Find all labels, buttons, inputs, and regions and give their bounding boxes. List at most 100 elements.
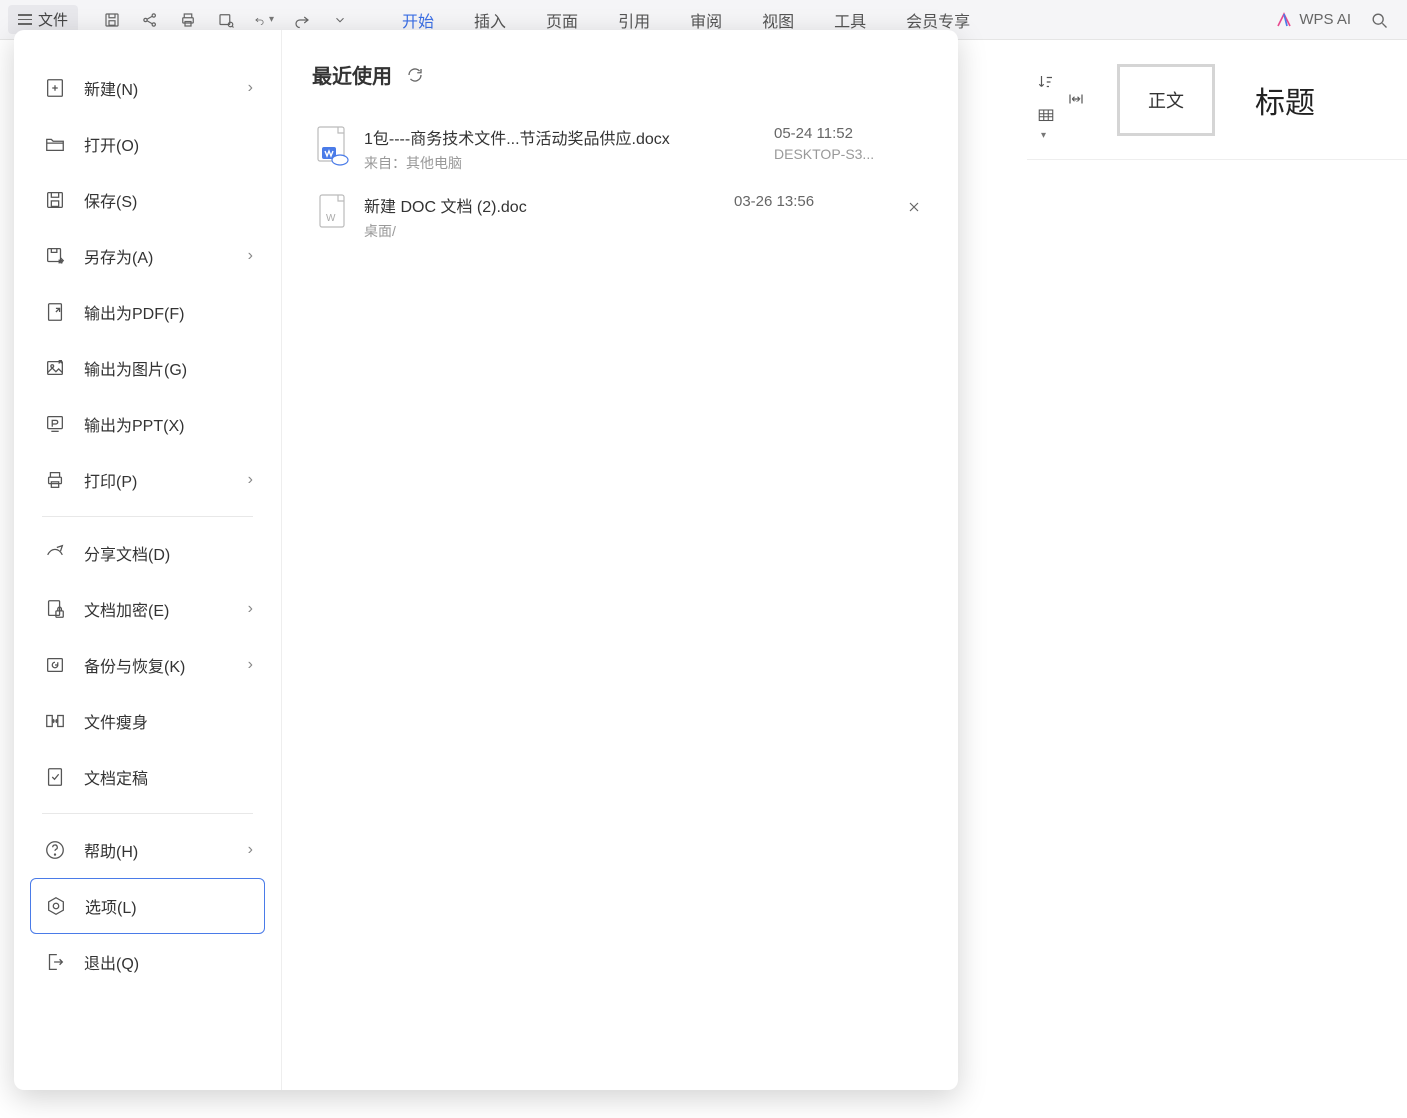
divider — [42, 813, 253, 814]
table-icon[interactable]: ▾ — [1037, 107, 1057, 127]
new-icon — [42, 75, 68, 101]
folder-open-icon — [42, 131, 68, 157]
export-pdf-icon — [42, 299, 68, 325]
hamburger-icon — [18, 14, 32, 25]
tab-label: 工具 — [834, 14, 866, 31]
save-icon[interactable] — [102, 10, 122, 30]
sidebar-item-label: 另存为(A) — [84, 244, 153, 268]
recent-title: 最近使用 — [312, 60, 392, 89]
file-menu-panel: 新建(N) › 打开(O) 保存(S) 另存为(A) › 输出为PDF(F) 输… — [14, 30, 958, 1090]
sidebar-item-label: 输出为PPT(X) — [84, 412, 184, 436]
export-image-icon — [42, 355, 68, 381]
backup-icon — [42, 652, 68, 678]
doc-icon: W — [316, 193, 350, 235]
tab-label: 会员专享 — [906, 14, 970, 31]
ribbon-icon-column: ▾ — [1037, 73, 1057, 127]
file-time-value: 03-26 13:56 — [734, 193, 884, 210]
sidebar-item-label: 退出(Q) — [84, 950, 139, 974]
wps-ai-button[interactable]: WPS AI — [1275, 11, 1351, 29]
sidebar-item-export-ppt[interactable]: 输出为PPT(X) — [30, 396, 265, 452]
sidebar-item-label: 打印(P) — [84, 468, 137, 492]
sidebar-item-label: 选项(L) — [85, 894, 137, 918]
sidebar-item-label: 输出为PDF(F) — [84, 300, 184, 324]
file-info: 1包----商务技术文件...节活动奖品供应.docx 来自：其他电脑 — [364, 125, 774, 173]
sidebar-item-options[interactable]: 选项(L) — [30, 878, 265, 934]
file-time: 03-26 13:56 — [734, 193, 884, 210]
print-preview-icon[interactable] — [216, 10, 236, 30]
recent-files-heading: 最近使用 — [312, 60, 928, 89]
sidebar-item-label: 新建(N) — [84, 76, 138, 100]
style-normal-button[interactable]: 正文 — [1117, 64, 1215, 136]
print-icon — [42, 467, 68, 493]
sidebar-item-print[interactable]: 打印(P) › — [30, 452, 265, 508]
sidebar-item-new[interactable]: 新建(N) › — [30, 60, 265, 116]
wps-ai-label: WPS AI — [1299, 11, 1351, 28]
more-dropdown-icon[interactable] — [330, 10, 350, 30]
sidebar-item-finalize[interactable]: 文档定稿 — [30, 749, 265, 805]
share-doc-icon — [42, 540, 68, 566]
sidebar-item-backup[interactable]: 备份与恢复(K) › — [30, 637, 265, 693]
file-name: 1包----商务技术文件...节活动奖品供应.docx — [364, 125, 774, 149]
redo-icon[interactable] — [292, 10, 312, 30]
sidebar-item-export-pdf[interactable]: 输出为PDF(F) — [30, 284, 265, 340]
options-icon — [43, 893, 69, 919]
remove-recent-button[interactable] — [904, 197, 924, 217]
chevron-right-icon: › — [248, 841, 253, 859]
tab-label: 页面 — [546, 14, 578, 31]
file-menu-sidebar: 新建(N) › 打开(O) 保存(S) 另存为(A) › 输出为PDF(F) 输… — [14, 30, 282, 1090]
lock-doc-icon — [42, 596, 68, 622]
ribbon-styles-area: ▾ ⌵ 正文 标题 — [1027, 40, 1407, 160]
share-icon[interactable] — [140, 10, 160, 30]
chevron-right-icon: › — [248, 79, 253, 97]
recent-files-panel: 最近使用 1包----商务技术文件...节活动奖品供应.docx 来自：其他电脑 — [282, 30, 958, 1090]
sidebar-item-label: 文档加密(E) — [84, 597, 169, 621]
export-ppt-icon — [42, 411, 68, 437]
search-icon[interactable] — [1369, 10, 1389, 30]
sidebar-item-help[interactable]: 帮助(H) › — [30, 822, 265, 878]
style-heading-button[interactable]: 标题 — [1255, 78, 1315, 122]
file-meta: 桌面/ — [364, 221, 734, 241]
sidebar-item-exit[interactable]: 退出(Q) — [30, 934, 265, 990]
sidebar-item-save[interactable]: 保存(S) — [30, 172, 265, 228]
sidebar-item-label: 输出为图片(G) — [84, 356, 187, 380]
svg-text:W: W — [326, 213, 336, 224]
saveas-icon — [42, 243, 68, 269]
undo-icon[interactable]: ▾ — [254, 10, 274, 30]
sidebar-item-export-image[interactable]: 输出为图片(G) — [30, 340, 265, 396]
file-time-value: 05-24 11:52 — [774, 125, 924, 142]
sidebar-item-encrypt[interactable]: 文档加密(E) › — [30, 581, 265, 637]
sort-icon[interactable] — [1037, 73, 1057, 93]
file-info: 新建 DOC 文档 (2).doc 桌面/ — [364, 193, 734, 241]
print-icon[interactable] — [178, 10, 198, 30]
recent-file-row[interactable]: 1包----商务技术文件...节活动奖品供应.docx 来自：其他电脑 05-2… — [312, 115, 928, 183]
exit-icon — [42, 949, 68, 975]
chevron-right-icon: › — [248, 471, 253, 489]
sidebar-item-label: 分享文档(D) — [84, 541, 170, 565]
recent-file-row[interactable]: W 新建 DOC 文档 (2).doc 桌面/ 03-26 13:56 — [312, 183, 928, 251]
file-time-sub: DESKTOP-S3... — [774, 146, 924, 162]
sidebar-item-label: 帮助(H) — [84, 838, 138, 862]
finalize-icon — [42, 764, 68, 790]
sidebar-item-slim[interactable]: 文件瘦身 — [30, 693, 265, 749]
topbar-right-tools: WPS AI — [1275, 10, 1407, 30]
sidebar-item-saveas[interactable]: 另存为(A) › — [30, 228, 265, 284]
sidebar-item-open[interactable]: 打开(O) — [30, 116, 265, 172]
quick-access-toolbar: ▾ — [102, 10, 350, 30]
sidebar-item-share[interactable]: 分享文档(D) — [30, 525, 265, 581]
heading-label: 标题 — [1255, 87, 1315, 120]
wps-ai-icon — [1275, 11, 1293, 29]
save-icon — [42, 187, 68, 213]
style-label: 正文 — [1148, 91, 1184, 111]
divider — [42, 516, 253, 517]
file-time: 05-24 11:52 DESKTOP-S3... — [774, 125, 924, 162]
expand-corner-icon[interactable]: ⌵ — [1073, 93, 1081, 106]
chevron-right-icon: › — [248, 600, 253, 618]
help-icon — [42, 837, 68, 863]
chevron-right-icon: › — [248, 656, 253, 674]
file-label: 文件 — [38, 9, 68, 30]
tab-label: 审阅 — [690, 14, 722, 31]
docx-cloud-icon — [316, 125, 350, 167]
refresh-button[interactable] — [404, 64, 426, 86]
sidebar-item-label: 打开(O) — [84, 132, 139, 156]
sidebar-item-label: 文件瘦身 — [84, 709, 148, 733]
